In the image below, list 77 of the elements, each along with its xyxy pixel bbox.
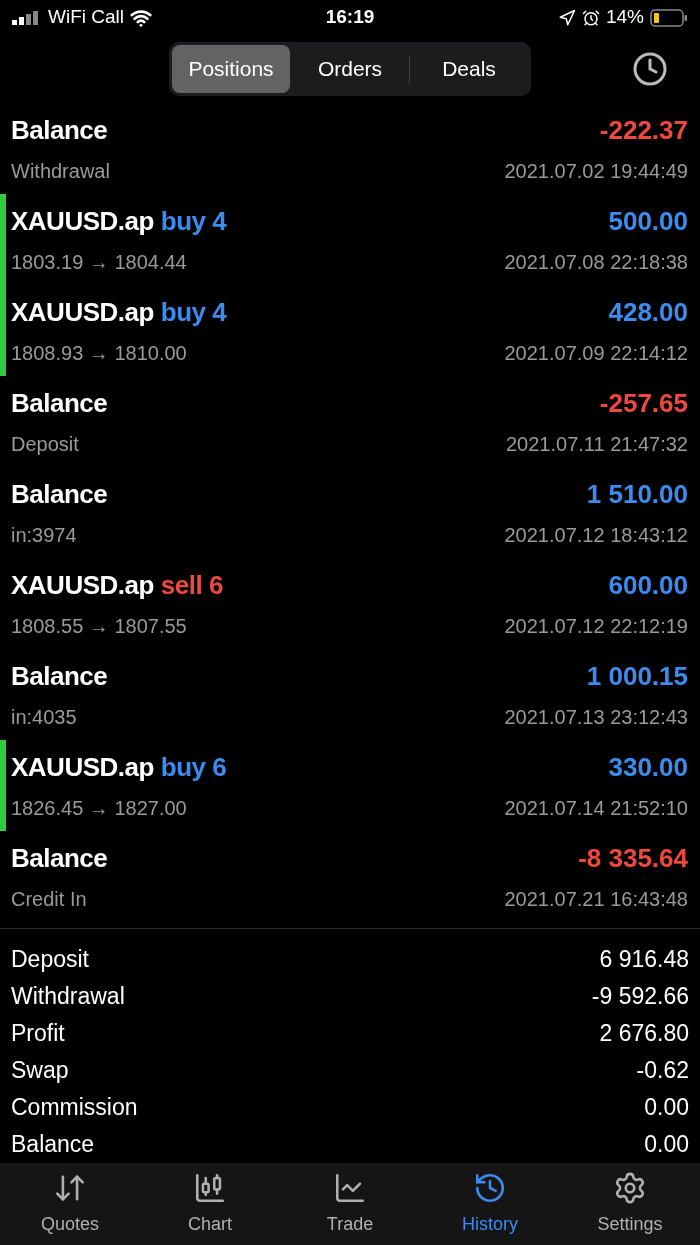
deal-title: Balance: [11, 387, 108, 421]
deal-row[interactable]: Balance 1 510.00 in:3974 2021.07.12 18:43:12: [0, 467, 700, 559]
deal-detail: 1808.93 → 1810.00: [11, 341, 187, 367]
deal-detail: in:4035: [11, 705, 77, 731]
deal-time: 2021.07.21 16:43:48: [504, 887, 688, 913]
deal-time: 2021.07.12 18:43:12: [504, 523, 688, 549]
deal-detail: Credit In: [11, 887, 87, 913]
summary-label: Profit: [11, 1019, 65, 1049]
deal-title: Balance: [11, 478, 108, 512]
tab-bar-item[interactable]: Trade: [290, 1170, 410, 1238]
settings-icon: [613, 1170, 647, 1205]
summary-value: 6 916.48: [599, 945, 689, 975]
deal-row[interactable]: Balance -257.65 Deposit 2021.07.11 21:47:32: [0, 376, 700, 468]
deal-title: XAUUSD.ap: [11, 569, 154, 603]
deal-row[interactable]: XAUUSD.ap buy 4 500.00 1803.19 → 1804.44 2021.07.08 22:18:38: [0, 194, 700, 286]
deal-title: Balance: [11, 114, 108, 148]
clock-time: 16:19: [325, 5, 375, 30]
deal-title: Balance: [11, 660, 108, 694]
summary-value: 0.00: [644, 1093, 689, 1123]
segment-tab[interactable]: Positions: [172, 45, 290, 94]
location-icon: [557, 8, 576, 27]
deal-amount: 500.00: [608, 205, 688, 239]
battery-icon: [650, 7, 688, 28]
tab-bar-item[interactable]: Chart: [150, 1170, 270, 1238]
summary-label: Withdrawal: [11, 982, 125, 1012]
carrier-label: WiFi Call: [48, 5, 124, 30]
summary-value: -0.62: [636, 1056, 689, 1086]
tab-bar-item[interactable]: Settings: [570, 1170, 690, 1238]
deal-title: Balance: [11, 842, 108, 876]
deal-side: buy 4: [160, 205, 227, 239]
battery-percent: 14%: [605, 5, 644, 30]
deal-amount: -8 335.64: [578, 842, 688, 876]
summary-label: Balance: [11, 1130, 95, 1160]
deal-amount: 600.00: [608, 569, 688, 603]
deal-title: XAUUSD.ap: [11, 751, 154, 785]
history-clock-button[interactable]: [632, 51, 668, 88]
deal-amount: 330.00: [608, 751, 688, 785]
deal-title: XAUUSD.ap: [11, 296, 154, 330]
deal-detail: 1826.45 → 1827.00: [11, 796, 187, 822]
alarm-icon: [581, 8, 600, 27]
deal-amount: -257.65: [599, 387, 688, 421]
deal-time: 2021.07.02 19:44:49: [504, 159, 688, 185]
summary-value: 2 676.80: [599, 1019, 689, 1049]
deal-amount: -222.37: [599, 114, 688, 148]
summary-value: -9 592.66: [591, 982, 689, 1012]
deal-amount: 428.00: [608, 296, 688, 330]
tab-bar-item[interactable]: History: [430, 1170, 550, 1238]
deal-side: buy 4: [160, 296, 227, 330]
deal-detail: Deposit: [11, 432, 79, 458]
tab-bar-item[interactable]: Quotes: [10, 1170, 130, 1238]
deal-detail: 1808.55 → 1807.55: [11, 614, 187, 640]
summary-label: Swap: [11, 1056, 69, 1086]
deal-detail: Withdrawal: [11, 159, 110, 185]
deal-side: buy 6: [160, 751, 227, 785]
deal-amount: 1 000.15: [586, 660, 688, 694]
segment-tab[interactable]: Orders: [291, 45, 409, 94]
deal-time: 2021.07.12 22:12:19: [504, 614, 688, 640]
summary-value: 0.00: [644, 1130, 689, 1160]
deal-detail: 1803.19 → 1804.44: [11, 250, 187, 276]
segment-tab[interactable]: Deals: [410, 45, 528, 94]
deal-side: sell 6: [160, 569, 223, 603]
summary-label: Deposit: [11, 945, 89, 975]
deal-row[interactable]: Balance 1 000.15 in:4035 2021.07.13 23:12:43: [0, 649, 700, 741]
deal-time: 2021.07.14 21:52:10: [504, 796, 688, 822]
summary-label: Commission: [11, 1093, 138, 1123]
deal-amount: 1 510.00: [586, 478, 688, 512]
deal-time: 2021.07.08 22:18:38: [504, 250, 688, 276]
deal-row[interactable]: Balance -222.37 Withdrawal 2021.07.02 19:44:49: [0, 103, 700, 195]
deal-row[interactable]: XAUUSD.ap buy 4 428.00 1808.93 → 1810.00 2021.07.09 22:14:12: [0, 285, 700, 377]
deal-row[interactable]: XAUUSD.ap buy 6 330.00 1826.45 → 1827.00 2021.07.14 21:52:10: [0, 740, 700, 832]
deal-row[interactable]: XAUUSD.ap sell 6 600.00 1808.55 → 1807.55 2021.07.12 22:12:19: [0, 558, 700, 650]
deal-time: 2021.07.09 22:14:12: [504, 341, 688, 367]
deal-time: 2021.07.11 21:47:32: [505, 432, 688, 458]
deal-title: XAUUSD.ap: [11, 205, 154, 239]
deal-detail: in:3974: [11, 523, 77, 549]
deal-time: 2021.07.13 23:12:43: [504, 705, 688, 731]
deal-row[interactable]: Balance -8 335.64 Credit In 2021.07.21 16:43:48: [0, 831, 700, 923]
